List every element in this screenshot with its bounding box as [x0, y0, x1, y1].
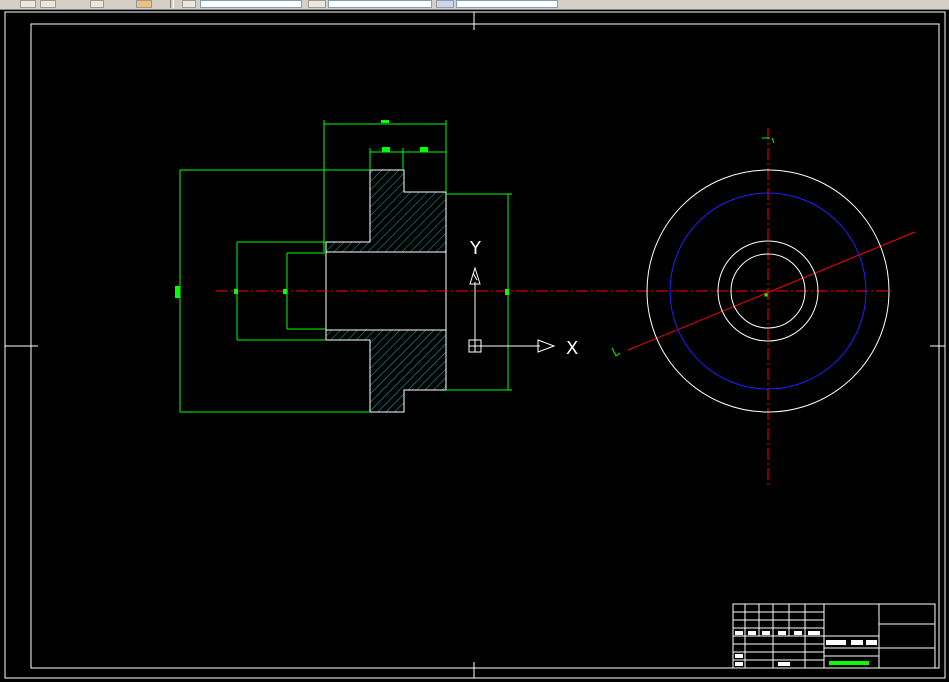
title-block[interactable] [732, 603, 936, 669]
toolbar-button[interactable] [136, 0, 152, 8]
toolbar-button[interactable] [20, 0, 36, 8]
drawing-canvas[interactable]: Y X [0, 10, 949, 682]
ucs-x-label: X [566, 338, 578, 359]
layer-dropdown[interactable] [200, 0, 302, 8]
dimension-markers [175, 120, 509, 298]
toolbar-button[interactable] [90, 0, 104, 8]
linetype-dropdown[interactable] [328, 0, 432, 8]
lineweight-dropdown[interactable] [456, 0, 558, 8]
dimensions [179, 120, 512, 413]
hatch-region-bottom [325, 329, 447, 413]
toolbar-button[interactable] [436, 0, 454, 8]
side-view[interactable] [611, 128, 916, 486]
hatch-region-top [325, 169, 447, 253]
toolbar-button[interactable] [308, 0, 326, 8]
toolbar [0, 0, 949, 10]
toolbar-separator [170, 0, 174, 8]
toolbar-button[interactable] [40, 0, 56, 8]
ucs-icon [468, 266, 556, 353]
toolbar-button[interactable] [182, 0, 196, 8]
ucs-y-label: Y [469, 238, 482, 259]
